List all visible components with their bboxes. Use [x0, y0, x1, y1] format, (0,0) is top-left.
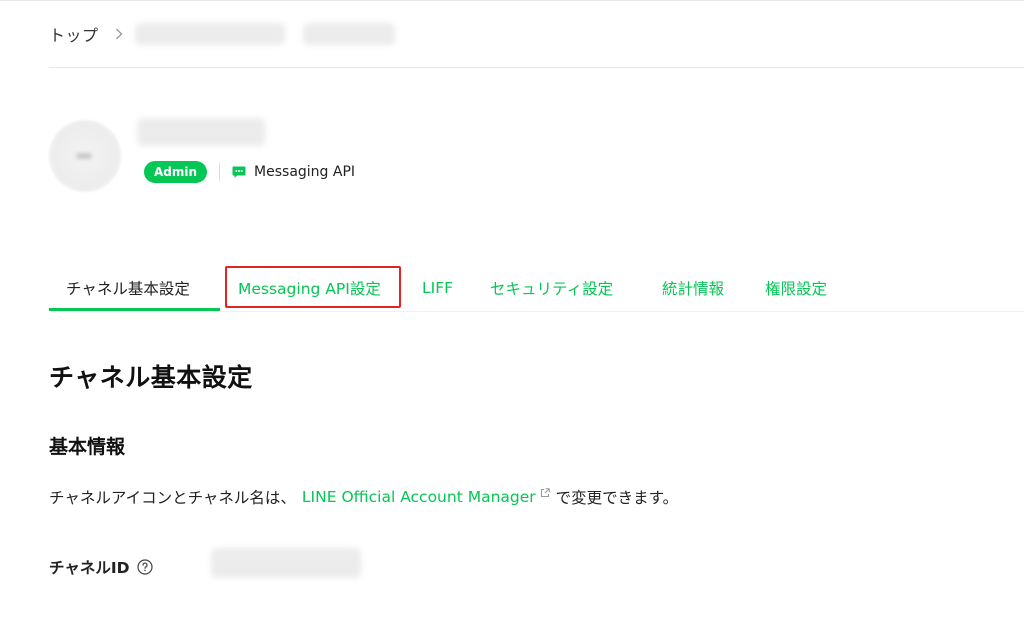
meta-divider [219, 163, 221, 181]
tab-statistics[interactable]: 統計情報 [662, 266, 724, 310]
channel-meta: Admin Messaging API [144, 161, 355, 183]
breadcrumb-divider [49, 67, 1024, 68]
external-link-icon [540, 488, 550, 498]
active-tab-indicator [49, 308, 220, 311]
channel-id-row: チャネルID [49, 548, 361, 578]
page: トップ Admin Messaging API チャネル基本設定 Messagi… [0, 0, 1024, 619]
tab-permissions[interactable]: 権限設定 [765, 266, 827, 310]
tab-bar: チャネル基本設定 Messaging API設定 LIFF セキュリティ設定 統… [49, 266, 1024, 312]
tab-liff[interactable]: LIFF [422, 266, 453, 310]
tab-messaging-api-settings[interactable]: Messaging API設定 [238, 266, 381, 310]
question-mark-icon[interactable] [137, 559, 154, 575]
avatar [49, 120, 121, 192]
description-text: チャネルアイコンとチャネル名は、 LINE Official Account M… [49, 486, 678, 508]
breadcrumb: トップ [49, 22, 395, 46]
channel-type-label: Messaging API [254, 164, 356, 180]
page-title: チャネル基本設定 [49, 363, 253, 392]
avatar-mark [76, 153, 92, 159]
channel-name-redacted [137, 118, 265, 146]
channel-id-label: チャネルID [49, 559, 130, 577]
breadcrumb-redacted [134, 23, 395, 45]
tab-basic-settings[interactable]: チャネル基本設定 [66, 266, 190, 310]
chevron-right-icon [115, 28, 123, 40]
role-badge: Admin [144, 161, 208, 183]
description-prefix: チャネルアイコンとチャネル名は、 [49, 489, 296, 507]
section-title: 基本情報 [49, 436, 126, 458]
breadcrumb-provider-redacted[interactable] [134, 23, 285, 45]
description-suffix: で変更できます。 [555, 489, 679, 507]
oa-manager-link[interactable]: LINE Official Account Manager [302, 488, 536, 506]
channel-id-value-redacted [211, 548, 361, 578]
breadcrumb-home-link[interactable]: トップ [49, 22, 99, 46]
breadcrumb-channel-redacted [302, 23, 395, 45]
tab-security-settings[interactable]: セキュリティ設定 [490, 266, 613, 310]
top-border [0, 0, 1024, 1]
chat-bubble-icon [232, 166, 246, 179]
